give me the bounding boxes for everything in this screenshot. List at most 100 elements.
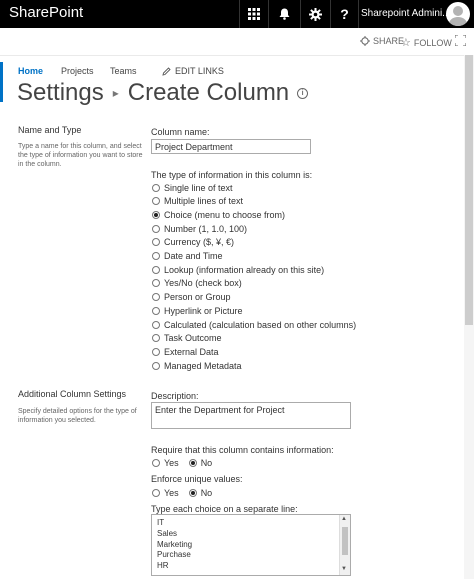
settings-button[interactable] (301, 0, 330, 28)
unique-label: Enforce unique values: (151, 474, 243, 484)
column-type-radio[interactable] (152, 279, 160, 288)
require-yes-radio[interactable] (152, 459, 160, 467)
star-icon: ☆ (401, 37, 411, 49)
column-type-option[interactable]: Currency ($, ¥, €) (152, 236, 234, 249)
share-icon (360, 36, 370, 46)
pencil-icon (162, 66, 171, 76)
require-radio-group: Yes No (152, 458, 212, 468)
unique-yes-option[interactable]: Yes (152, 488, 179, 498)
follow-label: FOLLOW (413, 37, 452, 48)
help-icon: ? (340, 6, 349, 22)
help-button[interactable]: ? (331, 0, 358, 28)
require-no-radio[interactable] (188, 459, 197, 467)
section-description-name-type: Type a name for this column, and select … (18, 143, 143, 168)
column-type-option[interactable]: External Data (152, 345, 219, 358)
column-type-option[interactable]: Lookup (information already on this site… (152, 263, 324, 276)
column-type-option[interactable]: Multiple lines of text (152, 195, 243, 208)
page-scroll-thumb[interactable] (465, 55, 473, 325)
nav-item-home[interactable]: Home (18, 66, 43, 76)
share-label: SHARE (373, 36, 405, 46)
nav-accent-bar (0, 62, 3, 102)
scroll-down-icon[interactable]: ▼ (341, 566, 347, 572)
divider (358, 0, 359, 28)
column-type-label: Person or Group (164, 292, 231, 303)
column-name-input[interactable]: Project Department (151, 139, 311, 154)
require-no-option[interactable]: No (188, 458, 213, 468)
column-type-option[interactable]: Person or Group (152, 291, 231, 304)
section-title-name-type: Name and Type (18, 125, 82, 135)
column-type-option[interactable]: Yes/No (check box) (152, 277, 242, 290)
choices-scroll-thumb[interactable] (342, 527, 348, 555)
breadcrumb-root[interactable]: Settings (17, 79, 104, 107)
description-textarea[interactable]: Enter the Department for Project (151, 402, 351, 429)
focus-content-button[interactable] (455, 35, 466, 46)
column-type-label: Single line of text (164, 182, 233, 193)
column-type-radio[interactable] (152, 183, 160, 192)
unique-no-option[interactable]: No (188, 488, 212, 498)
column-type-option[interactable]: Choice (menu to choose from) (152, 208, 285, 221)
column-type-option[interactable]: Single line of text (152, 181, 233, 194)
choice-line: Purchase (157, 550, 191, 560)
require-yes-option[interactable]: Yes (152, 458, 179, 468)
column-type-label: Task Outcome (164, 333, 222, 344)
require-no-label: No (200, 458, 213, 468)
share-button[interactable]: SHARE (360, 36, 404, 46)
column-type-label: Managed Metadata (164, 360, 242, 371)
column-type-radio[interactable] (152, 197, 160, 206)
column-type-option[interactable]: Calculated (calculation based on other c… (152, 318, 356, 331)
column-type-radio[interactable] (152, 347, 160, 356)
section-description-additional: Specify detailed options for the type of… (18, 408, 137, 424)
edit-links-button[interactable]: EDIT LINKS (162, 66, 224, 76)
info-icon[interactable]: i (297, 87, 309, 99)
column-type-radio[interactable] (152, 293, 160, 302)
column-type-option[interactable]: Task Outcome (152, 332, 222, 345)
column-type-radio[interactable] (152, 334, 160, 343)
column-type-radio[interactable] (152, 320, 160, 329)
choices-scrollbar[interactable]: ▲ ▼ (339, 515, 350, 575)
unique-yes-radio[interactable] (152, 489, 160, 497)
choice-line: HR (157, 561, 169, 571)
column-type-label: External Data (164, 346, 219, 357)
column-type-radio[interactable] (152, 252, 160, 260)
column-type-radio[interactable] (152, 224, 160, 233)
description-label: Description: (151, 391, 199, 401)
unique-yes-label: Yes (164, 488, 179, 498)
column-type-option[interactable]: Managed Metadata (152, 359, 242, 372)
column-type-option[interactable]: Hyperlink or Picture (152, 304, 243, 317)
choices-textarea[interactable]: IT Sales Marketing Purchase HR ▲ ▼ (151, 514, 351, 576)
column-type-label: Calculated (calculation based on other c… (164, 319, 357, 330)
nav-item-teams[interactable]: Teams (110, 66, 137, 76)
column-type-label: Date and Time (164, 251, 223, 261)
column-type-radio[interactable] (152, 265, 160, 274)
nav-item-projects[interactable]: Projects (61, 66, 94, 76)
section-title-additional: Additional Column Settings (18, 389, 127, 399)
column-type-option[interactable]: Date and Time (152, 250, 223, 263)
choices-label: Type each choice on a separate line: (151, 504, 298, 514)
app-brand[interactable]: SharePoint (9, 4, 83, 21)
edit-links-label: EDIT LINKS (175, 66, 224, 76)
require-yes-label: Yes (164, 458, 179, 468)
follow-button[interactable]: ☆ FOLLOW (401, 36, 452, 49)
column-type-label: Currency ($, ¥, €) (164, 237, 235, 248)
column-type-radio[interactable] (152, 238, 160, 247)
gear-icon (309, 7, 322, 21)
column-name-label: Column name: (151, 127, 210, 137)
unique-radio-group: Yes No (152, 488, 212, 498)
scroll-up-icon[interactable]: ▲ (341, 516, 347, 522)
focus-icon (455, 35, 466, 46)
breadcrumb-arrow-icon: ▸ (112, 86, 119, 100)
page-title: Settings ▸ Create Column i (17, 79, 309, 107)
choice-line: Marketing (157, 539, 193, 549)
column-type-radio[interactable] (152, 210, 160, 219)
user-name[interactable]: Sharepoint Admini... (361, 8, 451, 19)
avatar[interactable] (446, 2, 470, 26)
column-type-radio[interactable] (152, 306, 160, 315)
column-type-radio[interactable] (152, 361, 160, 370)
unique-no-radio[interactable] (188, 489, 197, 497)
notifications-button[interactable] (269, 0, 300, 28)
app-launcher-button[interactable] (240, 0, 268, 28)
page-scrollbar[interactable] (464, 55, 474, 579)
column-type-label: Choice (menu to choose from) (164, 209, 286, 220)
column-type-option[interactable]: Number (1, 1.0, 100) (152, 222, 247, 235)
choice-line: Sales (157, 528, 178, 538)
